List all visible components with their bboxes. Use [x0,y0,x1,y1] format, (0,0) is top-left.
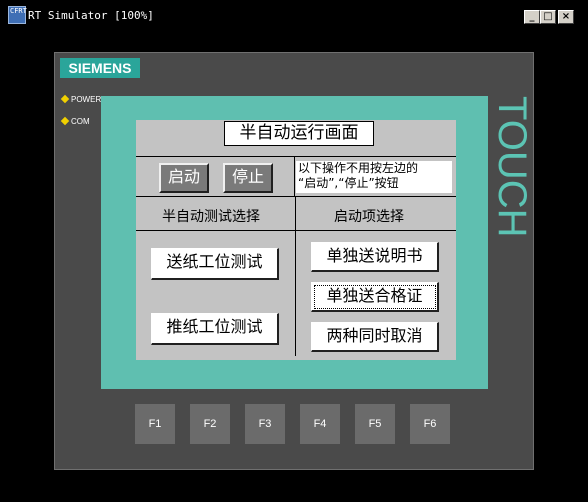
window-title: RT Simulator [100%] [28,9,154,22]
start-item-header: 启动项选择 [334,209,404,225]
close-button[interactable]: × [558,10,574,24]
com-led-icon [60,116,70,126]
f1-key[interactable]: F1 [135,404,175,444]
app-icon: CFRT [8,6,27,24]
screen-title: 半自动运行画面 [224,121,374,146]
f2-key[interactable]: F2 [190,404,230,444]
certificate-only-button[interactable]: 单独送合格证 [311,282,439,312]
brand-logo: SIEMENS [60,58,140,78]
divider-note [294,156,295,196]
paper-feed-test-button[interactable]: 送纸工位测试 [151,248,279,280]
f4-key[interactable]: F4 [300,404,340,444]
minimize-button[interactable]: _ [524,10,540,24]
f6-key[interactable]: F6 [410,404,450,444]
f3-key[interactable]: F3 [245,404,285,444]
instruction-line-1: 以下操作不用按左边的 [298,161,419,175]
divider-columns [295,196,296,356]
cancel-both-button[interactable]: 两种同时取消 [311,322,439,352]
f5-key[interactable]: F5 [355,404,395,444]
semi-auto-test-header: 半自动测试选择 [162,209,260,225]
simulator-window: CFRT RT Simulator [100%] _ □ × SIEMENS P… [0,0,588,502]
power-led: POWER [60,94,102,104]
divider-mid [136,196,456,197]
instruction-note: 以下操作不用按左边的 “启动”,“停止”按钮 [296,161,452,193]
touch-label: TOUCH [490,96,534,238]
start-button[interactable]: 启动 [159,163,209,193]
manual-only-button[interactable]: 单独送说明书 [311,242,439,272]
paper-push-test-button[interactable]: 推纸工位测试 [151,313,279,345]
divider-top [136,156,456,157]
power-led-icon [60,94,70,104]
hmi-screen: 半自动运行画面 启动 停止 以下操作不用按左边的 “启动”,“停止”按钮 半自动… [136,120,456,360]
instruction-line-2: “启动”,“停止”按钮 [298,176,399,190]
com-led: COM [60,116,90,126]
stop-button[interactable]: 停止 [223,163,273,193]
title-bar[interactable]: CFRT RT Simulator [100%] _ □ × [0,0,588,28]
power-led-label: POWER [71,95,102,104]
divider-header [136,230,456,231]
maximize-button[interactable]: □ [540,10,556,24]
com-led-label: COM [71,117,90,126]
